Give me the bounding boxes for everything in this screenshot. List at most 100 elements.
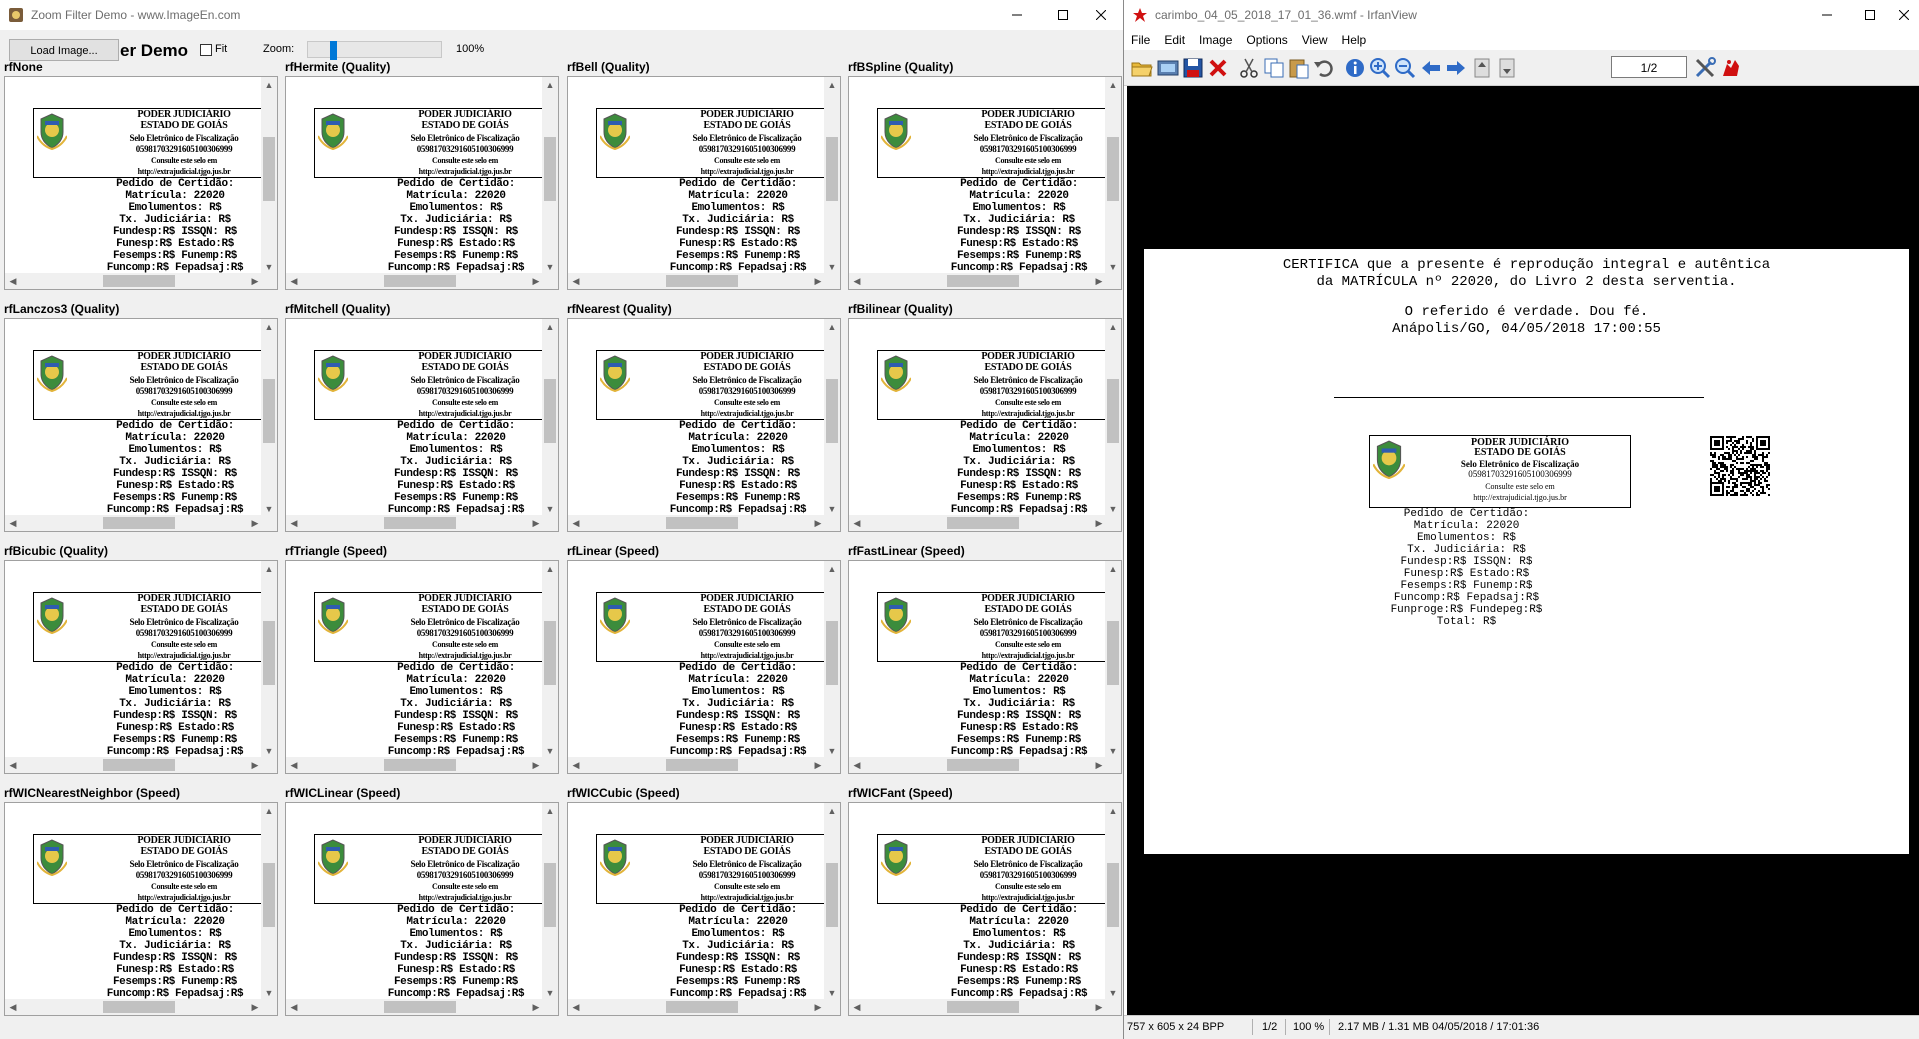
image-viewer[interactable]: CERTIFICA que a presente é reprodução in… [1127,86,1919,1015]
horizontal-scrollbar[interactable]: ◀ ▶ [849,757,1107,773]
scroll-up-icon[interactable]: ▲ [542,561,558,577]
scroll-left-icon[interactable]: ◀ [568,999,584,1015]
scroll-thumb[interactable] [826,137,838,201]
scroll-left-icon[interactable]: ◀ [286,515,302,531]
rv-minimize-button[interactable] [1804,0,1850,30]
horizontal-scrollbar[interactable]: ◀ ▶ [286,999,544,1015]
fit-checkbox[interactable] [200,44,212,56]
save-icon[interactable] [1181,56,1205,80]
horizontal-scrollbar[interactable]: ◀ ▶ [568,515,826,531]
zoom-slider-thumb[interactable] [330,41,337,60]
scroll-up-icon[interactable]: ▲ [1105,77,1121,93]
zoom-slider[interactable] [307,41,442,58]
scroll-thumb[interactable] [384,1001,456,1013]
filter-preview-panel[interactable]: PODER JUDICIÁRIO ESTADO DE GOIÁS Selo Elet… [848,802,1122,1016]
scroll-thumb[interactable] [1107,137,1119,201]
menu-help[interactable]: Help [1335,33,1374,47]
scroll-thumb[interactable] [826,863,838,927]
scroll-left-icon[interactable]: ◀ [849,757,865,773]
paste-icon[interactable] [1287,56,1311,80]
horizontal-scrollbar[interactable]: ◀ ▶ [5,999,263,1015]
scroll-thumb[interactable] [947,1001,1019,1013]
filter-preview-panel[interactable]: PODER JUDICIÁRIO ESTADO DE GOIÁS Selo Elet… [4,802,278,1016]
scroll-left-icon[interactable]: ◀ [286,273,302,289]
menu-view[interactable]: View [1295,33,1335,47]
scroll-up-icon[interactable]: ▲ [1105,803,1121,819]
last-page-icon[interactable] [1495,56,1519,80]
scroll-left-icon[interactable]: ◀ [849,515,865,531]
scroll-thumb[interactable] [947,759,1019,771]
horizontal-scrollbar[interactable]: ◀ ▶ [849,999,1107,1015]
menu-image[interactable]: Image [1192,33,1239,47]
open-folder-icon[interactable] [1130,56,1154,80]
zoom-out-icon[interactable] [1393,56,1417,80]
scroll-up-icon[interactable]: ▲ [542,803,558,819]
scroll-thumb[interactable] [1107,863,1119,927]
vertical-scrollbar[interactable]: ▲ ▼ [542,319,558,517]
vertical-scrollbar[interactable]: ▲ ▼ [824,77,840,275]
scroll-left-icon[interactable]: ◀ [286,757,302,773]
scroll-up-icon[interactable]: ▲ [824,77,840,93]
horizontal-scrollbar[interactable]: ◀ ▶ [5,757,263,773]
delete-icon[interactable] [1206,56,1230,80]
scroll-thumb[interactable] [544,863,556,927]
filter-preview-panel[interactable]: PODER JUDICIÁRIO ESTADO DE GOIÁS Selo Elet… [567,802,841,1016]
horizontal-scrollbar[interactable]: ◀ ▶ [849,515,1107,531]
scroll-thumb[interactable] [544,621,556,685]
rv-close-button[interactable] [1881,0,1919,30]
scroll-up-icon[interactable]: ▲ [261,319,277,335]
vertical-scrollbar[interactable]: ▲ ▼ [824,803,840,1001]
horizontal-scrollbar[interactable]: ◀ ▶ [286,757,544,773]
undo-icon[interactable] [1312,56,1336,80]
irfanview-logo-icon[interactable] [1719,56,1743,80]
scroll-left-icon[interactable]: ◀ [568,273,584,289]
horizontal-scrollbar[interactable]: ◀ ▶ [5,273,263,289]
scroll-thumb[interactable] [103,275,175,287]
scroll-up-icon[interactable]: ▲ [824,803,840,819]
first-page-icon[interactable] [1470,56,1494,80]
menu-file[interactable]: File [1124,33,1157,47]
filter-preview-panel[interactable]: PODER JUDICIÁRIO ESTADO DE GOIÁS Selo Elet… [848,76,1122,290]
horizontal-scrollbar[interactable]: ◀ ▶ [849,273,1107,289]
vertical-scrollbar[interactable]: ▲ ▼ [261,803,277,1001]
load-image-button[interactable]: Load Image... [9,39,119,61]
scroll-up-icon[interactable]: ▲ [824,561,840,577]
vertical-scrollbar[interactable]: ▲ ▼ [542,803,558,1001]
filter-preview-panel[interactable]: PODER JUDICIÁRIO ESTADO DE GOIÁS Selo Elet… [285,560,559,774]
scroll-thumb[interactable] [544,137,556,201]
copy-icon[interactable] [1262,56,1286,80]
scroll-thumb[interactable] [263,863,275,927]
scroll-left-icon[interactable]: ◀ [5,273,21,289]
previous-icon[interactable] [1419,56,1443,80]
zoom-in-icon[interactable] [1368,56,1392,80]
info-icon[interactable] [1343,56,1367,80]
minimize-button[interactable] [994,0,1040,30]
vertical-scrollbar[interactable]: ▲ ▼ [261,319,277,517]
scroll-up-icon[interactable]: ▲ [261,803,277,819]
scroll-left-icon[interactable]: ◀ [5,757,21,773]
scroll-up-icon[interactable]: ▲ [542,319,558,335]
scroll-left-icon[interactable]: ◀ [849,999,865,1015]
filter-preview-panel[interactable]: PODER JUDICIÁRIO ESTADO DE GOIÁS Selo Elet… [4,318,278,532]
scroll-thumb[interactable] [544,379,556,443]
filter-preview-panel[interactable]: PODER JUDICIÁRIO ESTADO DE GOIÁS Selo Elet… [567,76,841,290]
page-number-field[interactable]: 1/2 [1611,56,1687,78]
vertical-scrollbar[interactable]: ▲ ▼ [1105,561,1121,759]
horizontal-scrollbar[interactable]: ◀ ▶ [568,757,826,773]
scroll-thumb[interactable] [1107,621,1119,685]
scroll-left-icon[interactable]: ◀ [849,273,865,289]
vertical-scrollbar[interactable]: ▲ ▼ [1105,77,1121,275]
scroll-thumb[interactable] [1107,379,1119,443]
scroll-left-icon[interactable]: ◀ [5,999,21,1015]
scroll-thumb[interactable] [103,759,175,771]
scroll-left-icon[interactable]: ◀ [5,515,21,531]
scroll-up-icon[interactable]: ▲ [824,319,840,335]
left-titlebar[interactable]: Zoom Filter Demo - www.ImageEn.com [0,0,1123,30]
scroll-thumb[interactable] [384,275,456,287]
horizontal-scrollbar[interactable]: ◀ ▶ [5,515,263,531]
horizontal-scrollbar[interactable]: ◀ ▶ [568,273,826,289]
scroll-up-icon[interactable]: ▲ [1105,561,1121,577]
scroll-thumb[interactable] [384,759,456,771]
next-icon[interactable] [1444,56,1468,80]
scroll-left-icon[interactable]: ◀ [286,999,302,1015]
